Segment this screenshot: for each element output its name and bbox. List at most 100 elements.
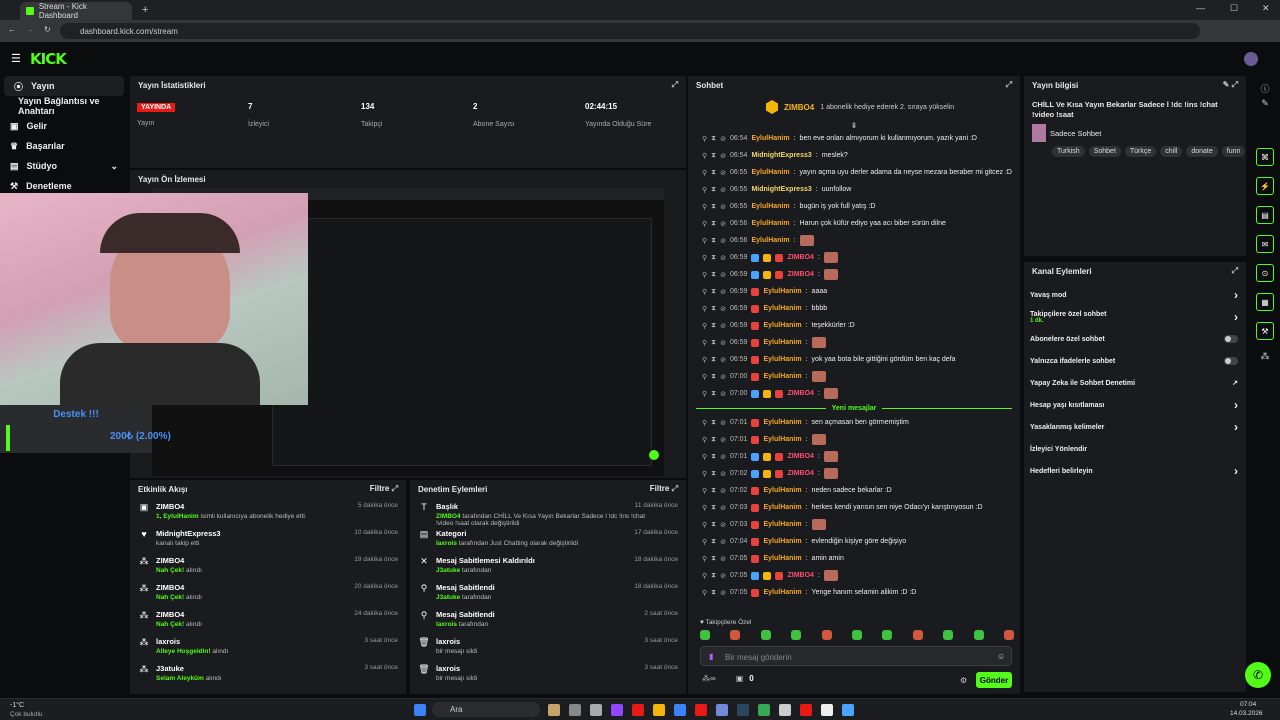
ban-icon[interactable]: ⊘: [720, 572, 726, 580]
rail-more-icon[interactable]: ⁂: [1250, 351, 1280, 367]
channel-action[interactable]: Abonelere özel sohbet: [1024, 328, 1246, 350]
channel-action[interactable]: Yapay Zeka ile Sohbet Denetimi ↗: [1024, 372, 1246, 394]
ban-icon[interactable]: ⊘: [720, 271, 726, 279]
timeout-icon[interactable]: ⧗: [711, 135, 716, 143]
timeout-icon[interactable]: ⧗: [711, 322, 716, 330]
pin-icon[interactable]: ⚲: [702, 521, 707, 529]
stream-tag[interactable]: chill: [1160, 146, 1183, 157]
chat-message[interactable]: ⚲ ⧗ ⊘ 06:59 EylulHanim: teşekkürler :D: [688, 317, 1020, 334]
chat-message[interactable]: ⚲ ⧗ ⊘ 07:01 EylulHanim: sen açmasan ben görme…: [688, 414, 1020, 431]
chat-message[interactable]: ⚲ ⧗ ⊘ 07:02 EylulHanim: neden sadece bekarlar…: [688, 482, 1020, 499]
pin-icon[interactable]: ⚲: [702, 186, 707, 194]
message-user[interactable]: EylulHanim: [751, 220, 789, 227]
message-user[interactable]: EylulHanim: [763, 288, 801, 295]
pin-icon[interactable]: ⚲: [702, 589, 707, 597]
send-button[interactable]: Gönder: [976, 672, 1012, 688]
message-user[interactable]: EylulHanim: [751, 135, 789, 142]
gift-icon[interactable]: ▣: [736, 674, 744, 683]
timeout-icon[interactable]: ⧗: [711, 220, 716, 228]
pin-icon[interactable]: ⚲: [702, 572, 707, 580]
chat-message[interactable]: ⚲ ⧗ ⊘ 07:03 EylulHanim: herkes kendi yarısın …: [688, 499, 1020, 516]
pin-icon[interactable]: ⚲: [702, 152, 707, 160]
channel-action[interactable]: Yalnızca ifadelerle sohbet: [1024, 350, 1246, 372]
message-user[interactable]: EylulHanim: [763, 589, 801, 596]
mic-icon[interactable]: ▮: [709, 652, 713, 661]
message-user[interactable]: ZIMBO4: [787, 453, 813, 460]
timeout-icon[interactable]: ⧗: [711, 436, 716, 444]
scroll-down-icon[interactable]: ⇟: [688, 120, 1020, 130]
taskbar-app-icon[interactable]: [695, 704, 707, 716]
message-user[interactable]: EylulHanim: [763, 356, 801, 363]
message-user[interactable]: EylulHanim: [763, 373, 801, 380]
stream-tag[interactable]: funn: [1221, 146, 1246, 157]
timeout-icon[interactable]: ⧗: [711, 186, 716, 194]
message-user[interactable]: EylulHanim: [763, 538, 801, 545]
message-user[interactable]: EylulHanim: [763, 555, 801, 562]
channel-action[interactable]: Yasaklanmış kelimeler ›: [1024, 416, 1246, 438]
avatar[interactable]: [1244, 52, 1258, 66]
chat-message[interactable]: ⚲ ⧗ ⊘ 06:59 ZIMBO4:: [688, 249, 1020, 266]
chat-message[interactable]: ⚲ ⧗ ⊘ 06:59 EylulHanim: bbbb: [688, 300, 1020, 317]
emote-icon[interactable]: [821, 630, 832, 640]
emote-icon[interactable]: [973, 630, 984, 640]
ban-icon[interactable]: ⊘: [720, 169, 726, 177]
toggle-switch[interactable]: [1224, 357, 1238, 365]
taskbar-app-icon[interactable]: [842, 704, 854, 716]
info-icon[interactable]: ⓘ: [1250, 82, 1280, 98]
ban-icon[interactable]: ⊘: [720, 504, 726, 512]
message-user[interactable]: EylulHanim: [751, 169, 789, 176]
stream-tag[interactable]: donate: [1186, 146, 1218, 157]
message-user[interactable]: EylulHanim: [763, 305, 801, 312]
chat-message[interactable]: ⚲ ⧗ ⊘ 06:54 MidnightExpress3: meslek?: [688, 147, 1020, 164]
ban-icon[interactable]: ⊘: [720, 186, 726, 194]
ban-icon[interactable]: ⊘: [720, 555, 726, 563]
timeout-icon[interactable]: ⧗: [711, 555, 716, 563]
channel-action[interactable]: Takipçilere özel sohbet 1 dk. ›: [1024, 306, 1246, 328]
forward-icon[interactable]: →: [26, 25, 34, 34]
ban-icon[interactable]: ⊘: [720, 339, 726, 347]
ban-icon[interactable]: ⊘: [720, 237, 726, 245]
rail-wrench-icon[interactable]: ⚒: [1256, 322, 1274, 340]
message-user[interactable]: EylulHanim: [751, 237, 789, 244]
rail-clipboard-icon[interactable]: ▤: [1256, 206, 1274, 224]
pin-icon[interactable]: ⚲: [702, 555, 707, 563]
message-user[interactable]: ZIMBO4: [787, 271, 813, 278]
expand-icon[interactable]: ⤢: [1232, 266, 1238, 276]
taskbar-app-icon[interactable]: [611, 704, 623, 716]
sidebar-item-basarilar[interactable]: ♛ Başarılar: [0, 136, 128, 156]
ban-icon[interactable]: ⊘: [720, 254, 726, 262]
pin-icon[interactable]: ⚲: [702, 254, 707, 262]
chat-message[interactable]: ⚲ ⧗ ⊘ 07:00 EylulHanim:: [688, 368, 1020, 385]
chat-message[interactable]: ⚲ ⧗ ⊘ 06:55 EylulHanim: yayın açma uyu derler…: [688, 164, 1020, 181]
emoji-icon[interactable]: ☺: [997, 652, 1005, 661]
pin-icon[interactable]: ⚲: [702, 487, 707, 495]
chat-message[interactable]: ⚲ ⧗ ⊘ 06:55 EylulHanim: bugün iş yok full yat…: [688, 198, 1020, 215]
chat-message[interactable]: ⚲ ⧗ ⊘ 07:01 ZIMBO4:: [688, 448, 1020, 465]
pin-icon[interactable]: ⚲: [702, 305, 707, 313]
chat-message[interactable]: ⚲ ⧗ ⊘ 07:01 EylulHanim:: [688, 431, 1020, 448]
ban-icon[interactable]: ⊘: [720, 356, 726, 364]
ban-icon[interactable]: ⊘: [720, 453, 726, 461]
toggle-switch[interactable]: [1224, 335, 1238, 343]
chat-bubble-icon[interactable]: ✆: [1245, 662, 1271, 688]
points-icon[interactable]: ⁂∞: [702, 674, 716, 683]
timeout-icon[interactable]: ⧗: [711, 504, 716, 512]
timeout-icon[interactable]: ⧗: [711, 356, 716, 364]
url-input[interactable]: dashboard.kick.com/stream: [60, 23, 1200, 39]
browser-tab[interactable]: Stream - Kick Dashboard: [20, 2, 132, 20]
menu-icon[interactable]: ☰: [11, 52, 21, 65]
taskbar-app-icon[interactable]: [821, 704, 833, 716]
taskbar-app-icon[interactable]: [653, 704, 665, 716]
timeout-icon[interactable]: ⧗: [711, 288, 716, 296]
ban-icon[interactable]: ⊘: [720, 305, 726, 313]
chat-message[interactable]: ⚲ ⧗ ⊘ 06:59 EylulHanim: yok yaa bota bile git…: [688, 351, 1020, 368]
message-user[interactable]: EylulHanim: [763, 504, 801, 511]
maximize-icon[interactable]: ☐: [1230, 3, 1238, 14]
ban-icon[interactable]: ⊘: [720, 521, 726, 529]
chat-message[interactable]: ⚲ ⧗ ⊘ 06:59 EylulHanim:: [688, 334, 1020, 351]
emote-icon[interactable]: [760, 630, 771, 640]
message-user[interactable]: EylulHanim: [763, 487, 801, 494]
new-tab-icon[interactable]: +: [142, 4, 148, 16]
reload-icon[interactable]: ↻: [44, 25, 51, 34]
taskbar-app-icon[interactable]: [716, 704, 728, 716]
